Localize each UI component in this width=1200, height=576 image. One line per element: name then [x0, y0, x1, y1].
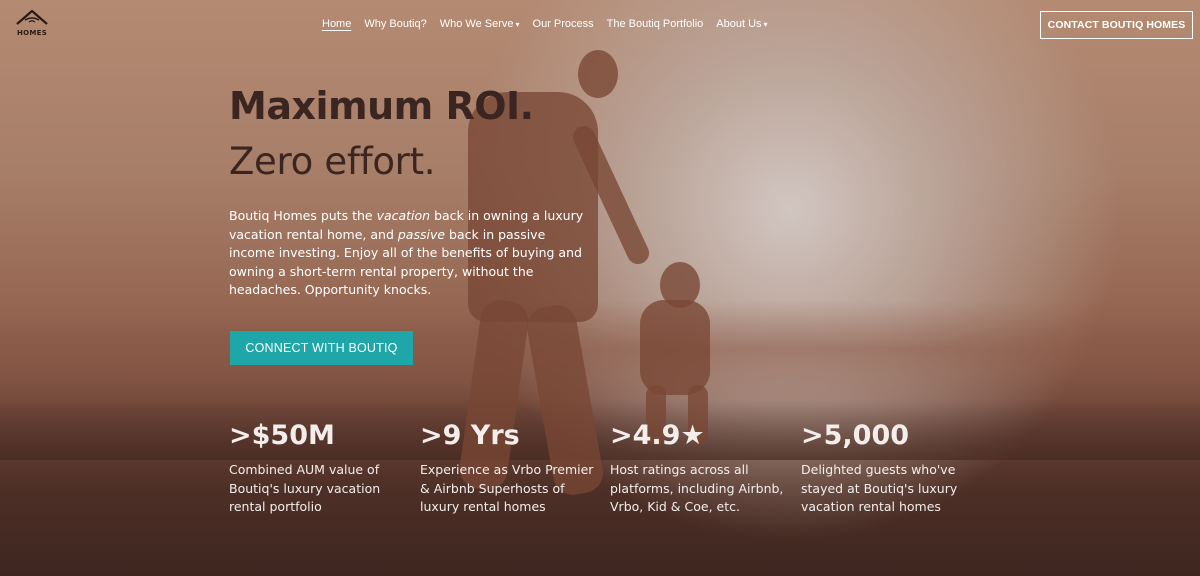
hero-headline: Maximum ROI. — [229, 84, 534, 128]
nav-our-process-label: Our Process — [532, 18, 594, 30]
nav-who-we-serve[interactable]: Who We Serve ▾ — [440, 18, 520, 30]
hero-intro: Boutiq Homes puts the vacation back in o… — [229, 207, 589, 300]
nav-portfolio[interactable]: The Boutiq Portfolio — [607, 18, 704, 30]
intro-emphasis: passive — [397, 226, 446, 242]
chevron-down-icon: ▾ — [515, 19, 520, 29]
stat-value: >$50M — [229, 420, 335, 451]
stat-value: >4.9★ — [610, 420, 705, 451]
nav-about-us-label: About Us — [716, 18, 762, 30]
stat-value: >9 Yrs — [420, 420, 520, 451]
nav-portfolio-label: The Boutiq Portfolio — [606, 18, 704, 30]
connect-button[interactable]: CONNECT WITH BOUTIQ — [230, 331, 413, 365]
nav-our-process[interactable]: Our Process — [533, 18, 594, 30]
stat-experience: >9 Yrs Experience as Vrbo Premier & Airb… — [420, 420, 600, 517]
adult-silhouette-head — [578, 50, 618, 98]
stat-ratings: >4.9★ Host ratings across all platforms,… — [610, 420, 790, 517]
stat-guests: >5,000 Delighted guests who've stayed at… — [801, 420, 981, 517]
nav-who-we-serve-label: Who We Serve — [439, 18, 514, 30]
stat-description: Delighted guests who've stayed at Boutiq… — [801, 462, 958, 515]
sea-band — [0, 300, 1200, 410]
nav-home-label: Home — [322, 18, 352, 30]
stat-description: Combined AUM value of Boutiq's luxury va… — [229, 462, 381, 515]
intro-text: Boutiq Homes puts the — [229, 208, 377, 223]
intro-emphasis: vacation — [376, 208, 431, 223]
shoreline — [0, 400, 1200, 460]
child-silhouette-body — [640, 300, 710, 395]
contact-button[interactable]: CONTACT BOUTIQ HOMES — [1040, 11, 1193, 39]
stat-aum: >$50M Combined AUM value of Boutiq's lux… — [229, 420, 409, 517]
nav-home[interactable]: Home — [322, 18, 351, 30]
nav-why-boutiq-label: Why Boutiq? — [364, 18, 427, 30]
chevron-down-icon: ▾ — [763, 19, 768, 29]
stat-description: Host ratings across all platforms, inclu… — [610, 462, 784, 515]
stat-value: >5,000 — [801, 420, 910, 451]
main-nav: Home Why Boutiq? Who We Serve ▾ Our Proc… — [322, 18, 781, 30]
hero-subheadline: Zero effort. — [229, 140, 436, 183]
nav-why-boutiq[interactable]: Why Boutiq? — [364, 18, 426, 30]
house-roof-icon — [16, 9, 48, 25]
nav-about-us[interactable]: About Us ▾ — [716, 18, 767, 30]
stat-description: Experience as Vrbo Premier & Airbnb Supe… — [420, 462, 594, 515]
logo-text: HOMES — [16, 29, 48, 37]
brand-logo[interactable]: HOMES — [14, 8, 50, 42]
